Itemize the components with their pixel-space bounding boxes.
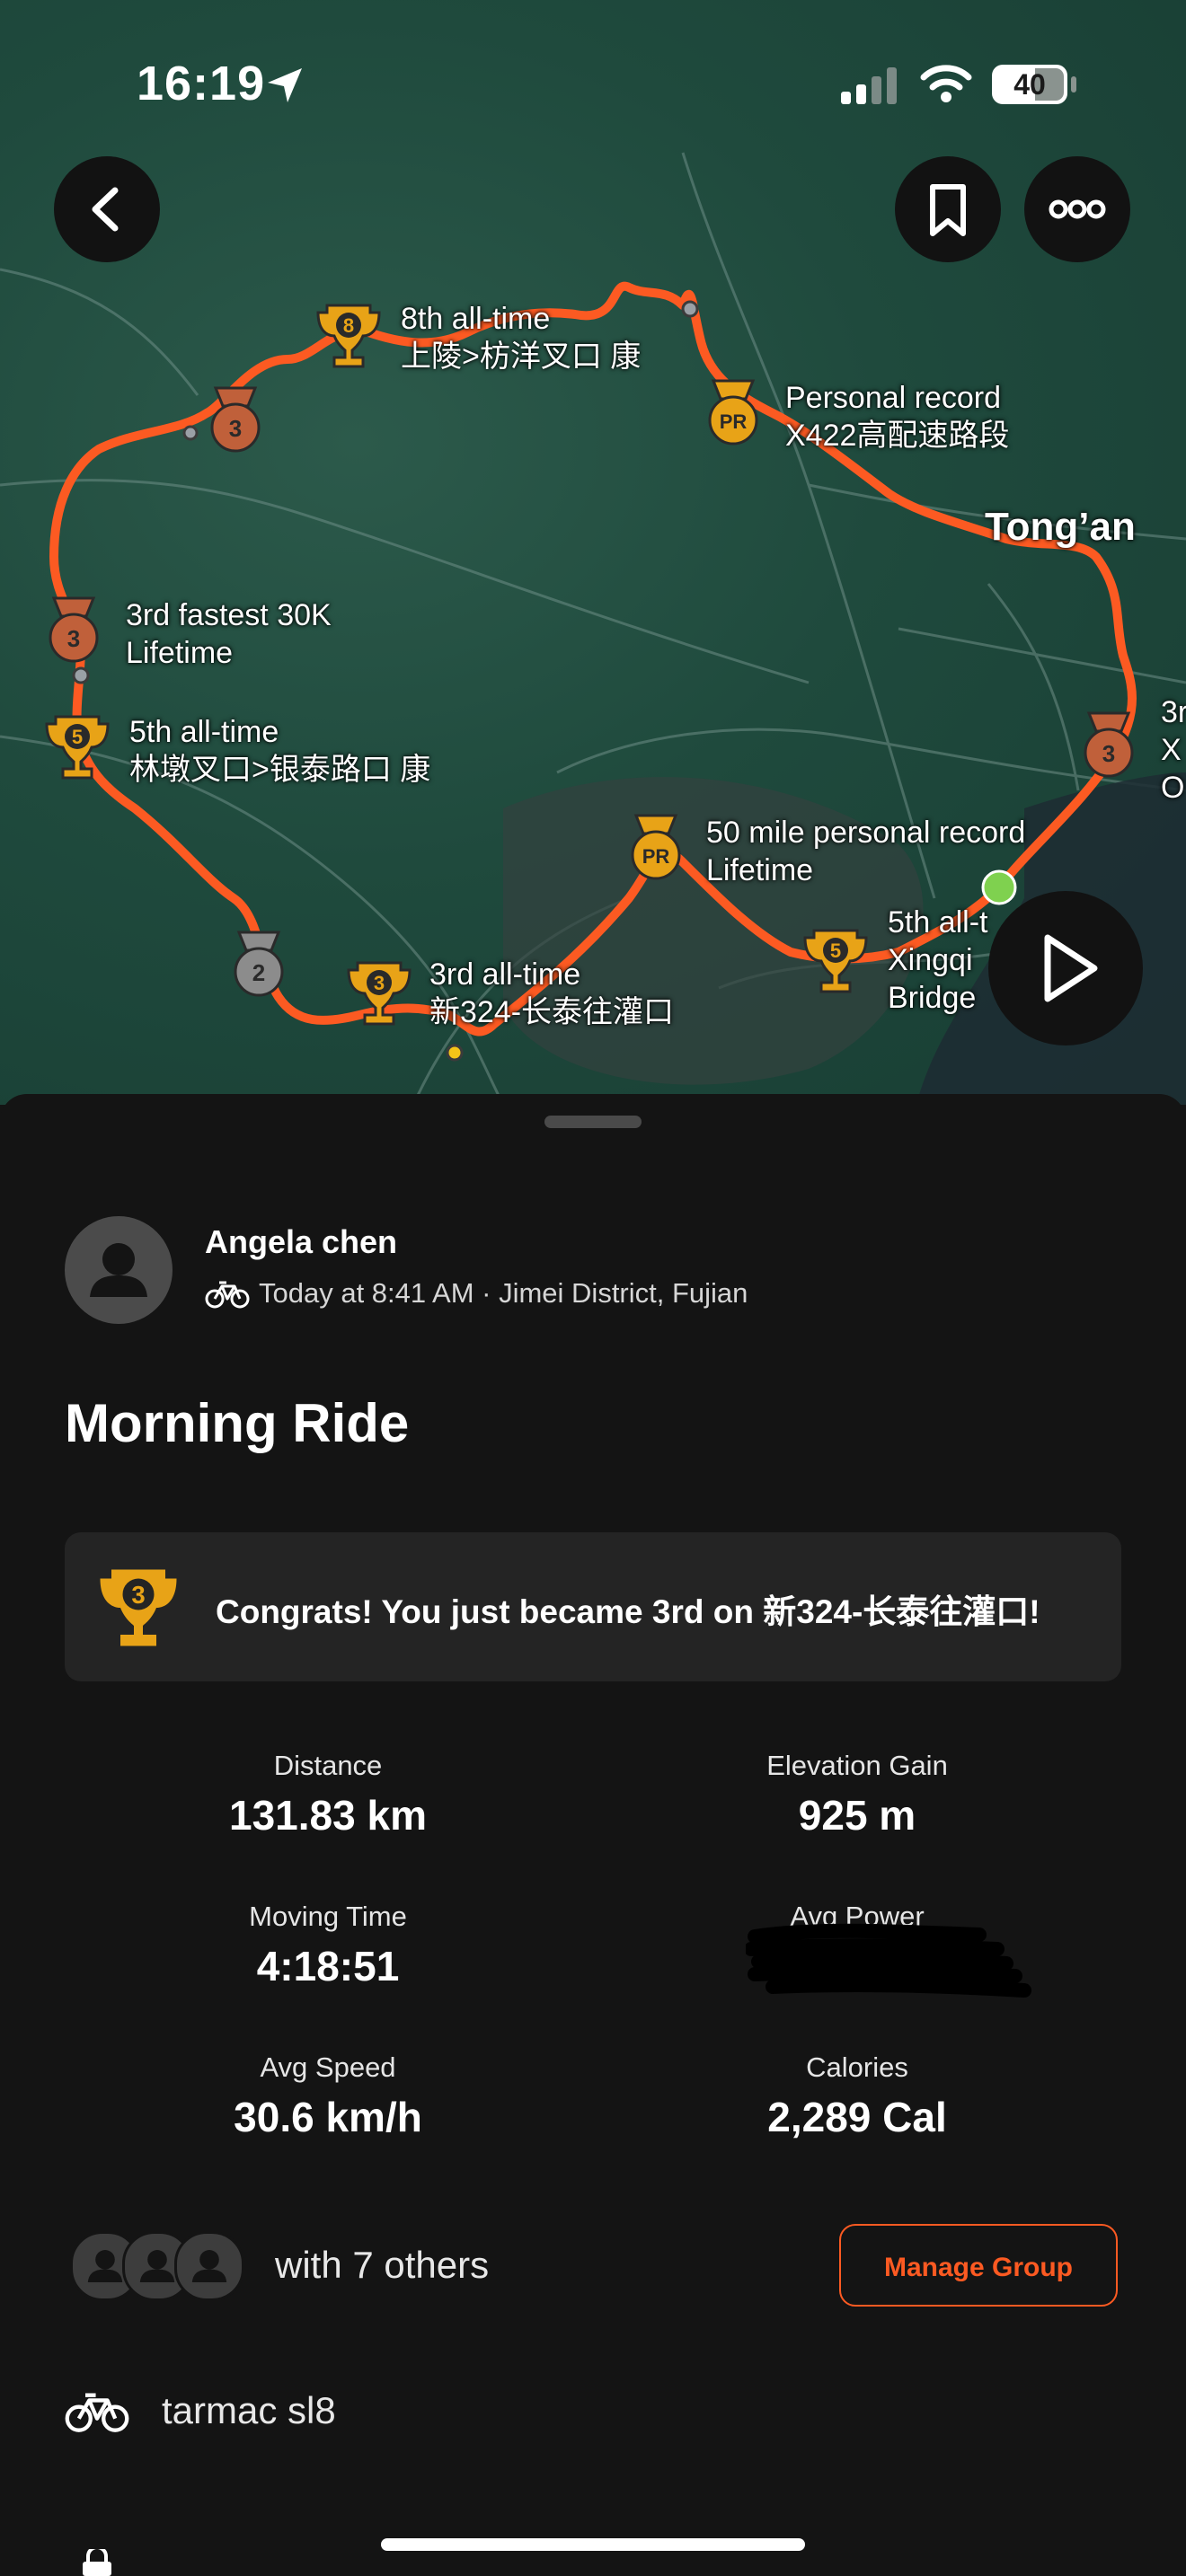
medal-number: 3 <box>67 625 80 652</box>
trophy-number: 5 <box>830 940 841 962</box>
more-options-button[interactable] <box>1024 156 1130 262</box>
lock-icon <box>83 2549 111 2576</box>
stat-label: Calories <box>806 2051 908 2083</box>
segment-label[interactable]: 5th all-t Xingqi Bridge <box>888 904 988 1017</box>
trophy-number: 3 <box>374 972 385 994</box>
chevron-left-icon <box>92 187 119 232</box>
achievement-banner[interactable]: 3 Congrats! You just became 3rd on 新324-… <box>65 1532 1121 1681</box>
stat-value: 131.83 km <box>229 1792 427 1839</box>
stat-value: 4:18:51 <box>256 1943 400 1989</box>
back-button[interactable] <box>54 156 160 262</box>
battery-icon: 40 <box>992 65 1067 104</box>
medal-number: 2 <box>252 959 265 986</box>
activity-time-location: Today at 8:41 AM · Jimei District, Fujia… <box>259 1277 748 1309</box>
status-time: 16:19 <box>137 57 266 110</box>
manage-group-button[interactable]: Manage Group <box>839 2224 1118 2307</box>
segment-label[interactable]: 50 mile personal record Lifetime <box>706 814 1025 889</box>
trophy-number: 8 <box>343 314 354 337</box>
person-icon <box>191 2250 227 2282</box>
stat-calories: Calories 2,289 Cal <box>633 2051 1082 2141</box>
stat-moving-time: Moving Time 4:18:51 <box>103 1901 553 1990</box>
more-icon <box>1049 199 1106 219</box>
activity-subline: Today at 8:41 AM · Jimei District, Fujia… <box>205 1277 748 1310</box>
stat-distance: Distance 131.83 km <box>103 1750 553 1839</box>
person-icon <box>90 1243 147 1297</box>
cellular-signal-icon <box>841 67 897 104</box>
city-label: Tong’an <box>985 505 1136 549</box>
pr-medal-icon[interactable]: PR <box>701 377 766 449</box>
medal-text: PR <box>720 410 748 433</box>
segment-label[interactable]: 3rd all-time 新324-长泰往灌口 <box>429 956 674 1031</box>
medal-text: PR <box>642 845 670 868</box>
redaction-scribble <box>746 1923 1031 1998</box>
group-text[interactable]: with 7 others <box>275 2244 489 2287</box>
stat-label: Elevation Gain <box>766 1750 948 1781</box>
bike-icon <box>205 1281 250 1309</box>
stat-label: Distance <box>273 1750 383 1781</box>
segment-label[interactable]: 3rd fastest 30K Lifetime <box>126 596 332 672</box>
avatar <box>174 2231 244 2301</box>
segment-label[interactable]: 3r X O <box>1161 693 1186 807</box>
segment-label[interactable]: 5th all-time 林墩叉口>银泰路口 康 <box>129 713 430 789</box>
bronze-medal-icon[interactable]: 3 <box>1076 710 1141 781</box>
athlete-name[interactable]: Angela chen <box>205 1223 397 1261</box>
medal-number: 3 <box>229 415 242 442</box>
trophy-number: 3 <box>131 1581 145 1609</box>
gear-name: tarmac sl8 <box>162 2389 336 2431</box>
bike-icon <box>65 2393 129 2432</box>
home-indicator[interactable] <box>381 2538 805 2551</box>
stat-value: 925 m <box>798 1792 916 1839</box>
stat-value: 30.6 km/h <box>234 2094 422 2140</box>
pr-medal-icon[interactable]: PR <box>624 812 688 884</box>
trophy-icon[interactable]: 8 <box>316 300 381 372</box>
stat-label: Moving Time <box>249 1901 407 1932</box>
stat-elevation-gain: Elevation Gain 925 m <box>633 1750 1082 1839</box>
silver-medal-icon[interactable]: 2 <box>226 929 291 1001</box>
battery-cap <box>1071 76 1076 93</box>
activity-title[interactable]: Morning Ride <box>65 1392 409 1454</box>
status-bar: 16:19 40 <box>0 0 1186 171</box>
trophy-icon[interactable]: 3 <box>347 957 412 1029</box>
wifi-icon <box>920 65 972 102</box>
stat-value: 2,289 Cal <box>767 2094 947 2140</box>
gear-row[interactable]: tarmac sl8 <box>63 2387 336 2434</box>
segment-label[interactable]: 8th all-time 上陵>枋洋叉口 康 <box>401 300 641 375</box>
segment-label[interactable]: Personal record X422高配速路段 <box>785 379 1009 454</box>
medal-number: 3 <box>1102 740 1115 767</box>
sheet-drag-handle[interactable] <box>544 1116 642 1128</box>
stat-label: Avg Speed <box>260 2051 396 2083</box>
bronze-medal-icon[interactable]: 3 <box>41 595 106 666</box>
avatar[interactable] <box>65 1216 173 1324</box>
bookmark-button[interactable] <box>895 156 1001 262</box>
achievement-text: Congrats! You just became 3rd on 新324-长泰… <box>216 1593 1040 1630</box>
trophy-icon[interactable]: 5 <box>803 925 868 997</box>
battery-level: 40 <box>1013 68 1046 101</box>
trophy-icon[interactable]: 5 <box>45 711 110 783</box>
stat-avg-speed: Avg Speed 30.6 km/h <box>103 2051 553 2141</box>
location-arrow-icon <box>268 68 302 102</box>
play-icon <box>1044 934 1098 1002</box>
play-flyover-button[interactable] <box>988 891 1143 1045</box>
bronze-medal-icon[interactable]: 3 <box>203 384 268 456</box>
trophy-icon: 3 <box>100 1569 177 1646</box>
bookmark-icon <box>930 184 966 236</box>
trophy-number: 5 <box>72 726 83 748</box>
